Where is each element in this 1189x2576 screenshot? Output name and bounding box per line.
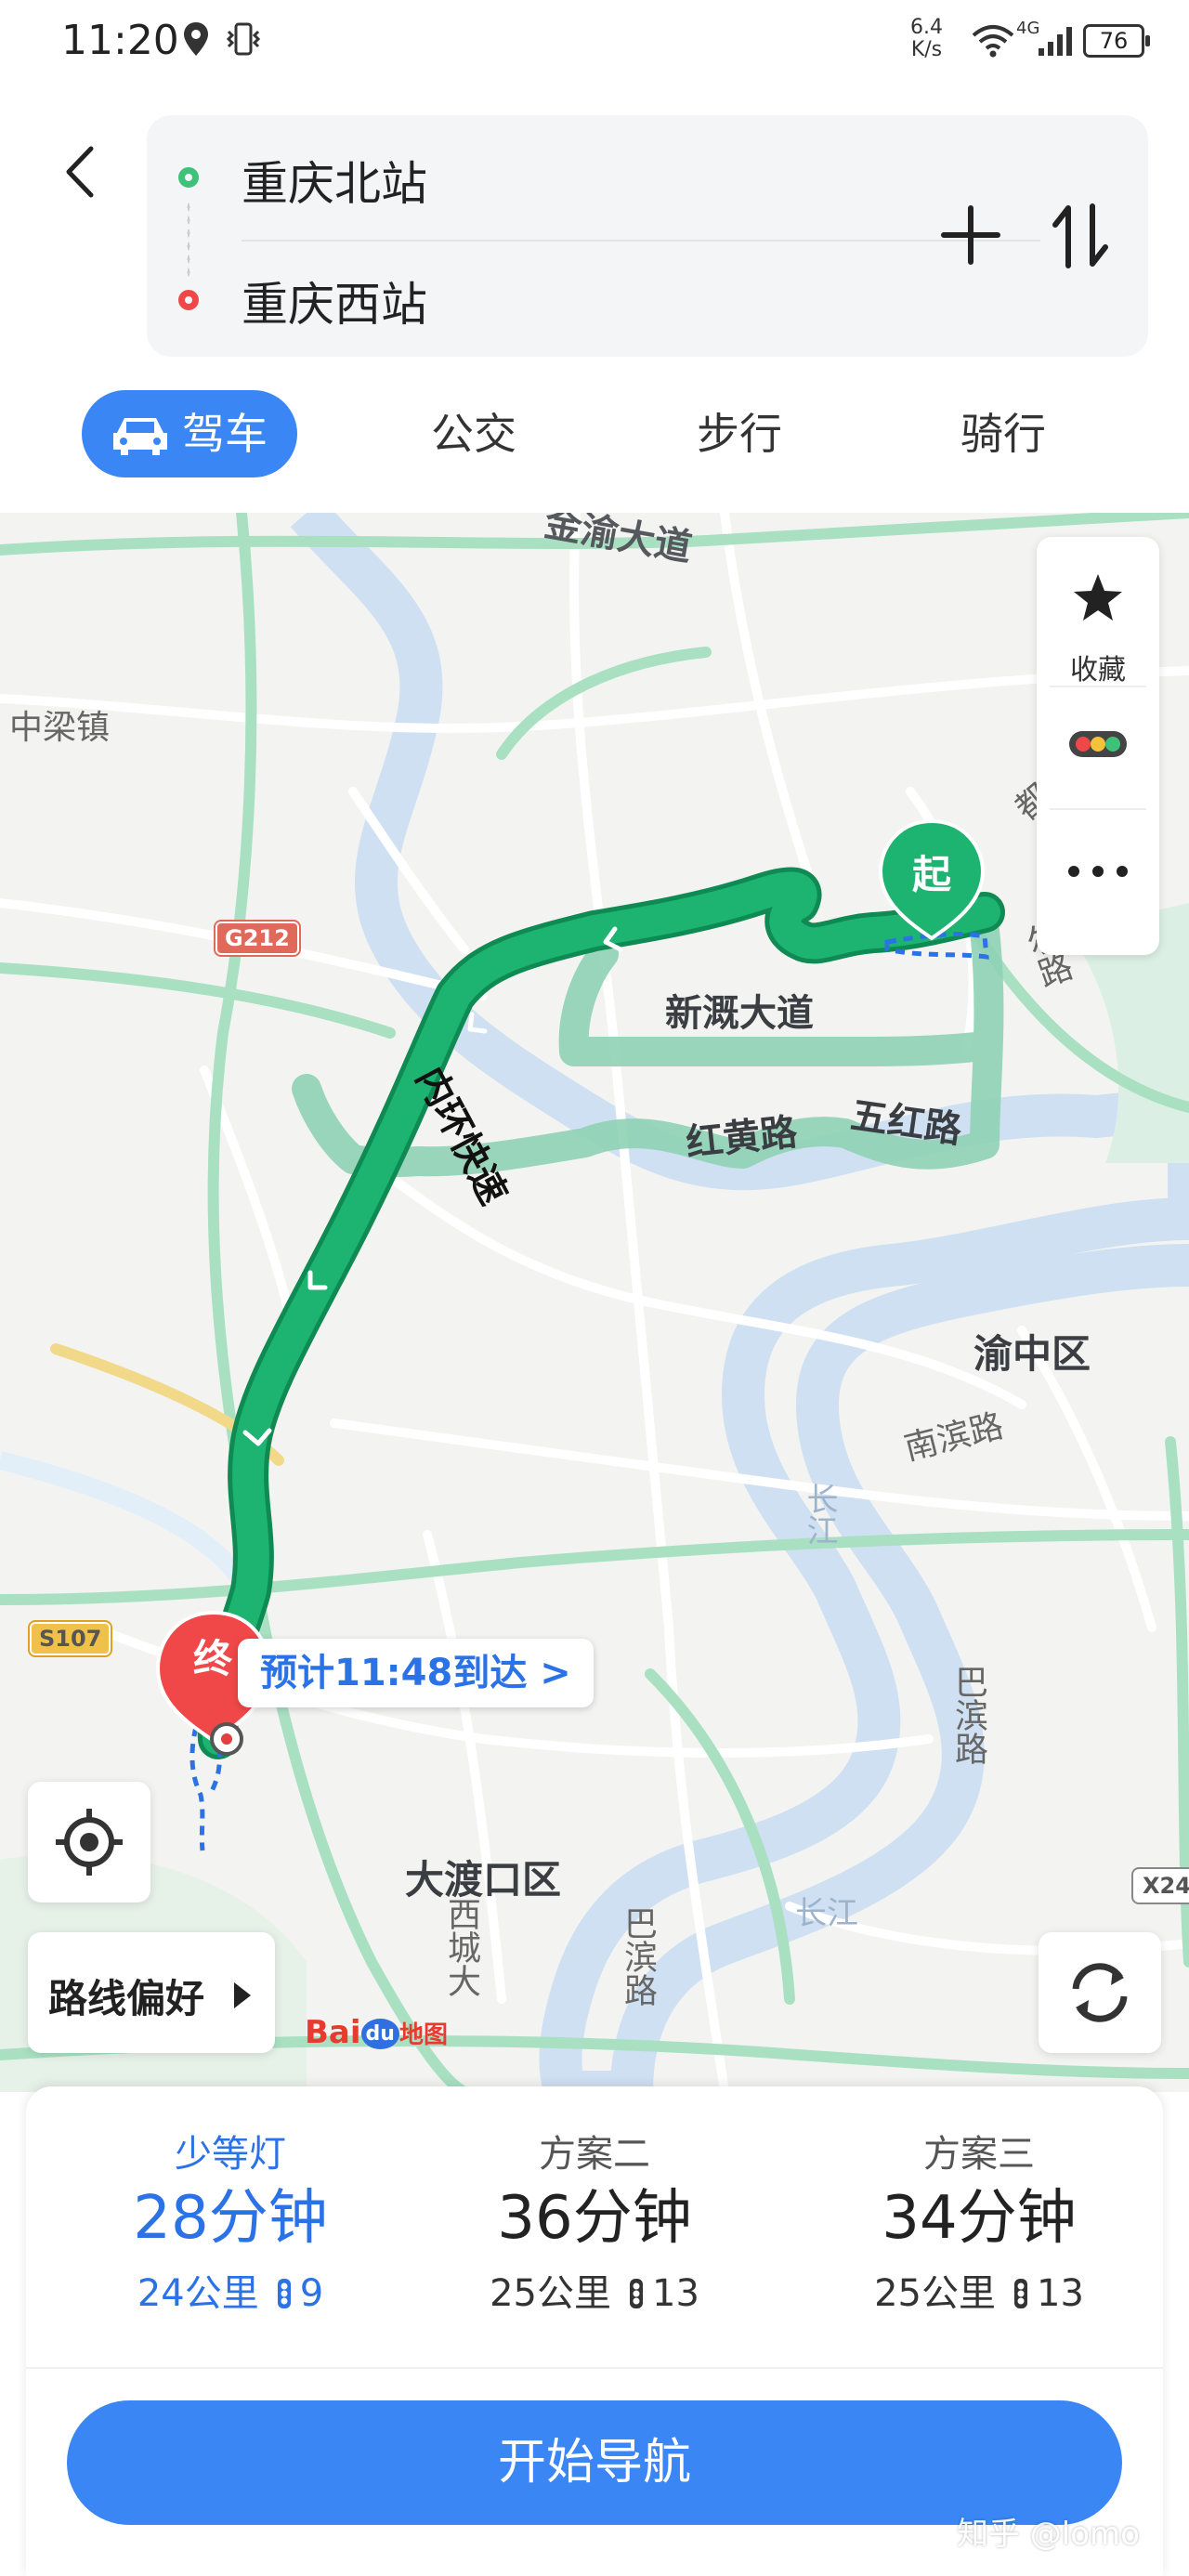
map-label-changjiang-2: 长江 bbox=[795, 1895, 858, 1932]
baidu-map-logo: Bai du 地图 bbox=[305, 2014, 448, 2051]
route-option-meta: 25公里 13 bbox=[874, 2272, 1084, 2315]
start-marker-label: 起 bbox=[912, 852, 952, 897]
map-label-bapin-1: 巴滨路 bbox=[949, 1665, 987, 1765]
car-icon bbox=[113, 418, 167, 455]
map-label-xinpai: 新溉大道 bbox=[665, 992, 814, 1035]
map-side-panel: 收藏 bbox=[1037, 537, 1159, 955]
location-icon bbox=[184, 22, 208, 56]
traffic-light-count-icon bbox=[277, 2279, 291, 2308]
net-speed: 6.4 K/s bbox=[910, 16, 943, 61]
triangle-right-icon bbox=[234, 1982, 251, 2008]
start-dot-icon bbox=[178, 167, 199, 188]
route-option-meta: 24公里 9 bbox=[137, 2272, 324, 2315]
status-bar: 11:20 6.4 K/s 4G 76 bbox=[0, 0, 1189, 88]
route-options-card: 少等灯 28分钟 24公里 9 方案二 36分钟 25公里 13 方案三 34分钟 … bbox=[26, 2086, 1163, 2576]
route-option-3[interactable]: 方案三 34分钟 25公里 13 bbox=[812, 2124, 1146, 2317]
eta-callout[interactable]: 预计11:48到达 > bbox=[238, 1639, 594, 1707]
add-waypoint-icon[interactable] bbox=[938, 203, 1003, 268]
star-icon bbox=[1074, 574, 1122, 621]
map-base bbox=[0, 513, 1189, 2092]
wifi-icon bbox=[972, 25, 1014, 58]
more-icon[interactable] bbox=[1065, 862, 1131, 881]
locate-button[interactable] bbox=[28, 1782, 150, 1903]
route-divider bbox=[242, 240, 1040, 242]
route-option-2[interactable]: 方案二 36分钟 25公里 13 bbox=[427, 2124, 762, 2317]
favorite-label: 收藏 bbox=[1070, 654, 1126, 686]
panel-divider bbox=[1050, 686, 1146, 687]
traffic-light-count-icon bbox=[1014, 2279, 1027, 2308]
refresh-icon bbox=[1072, 1963, 1128, 2022]
map-label-zhongliang: 中梁镇 bbox=[9, 709, 111, 747]
map-view[interactable]: 起 终 金渝大道 中梁镇 新溉大道 红黄路 五红路 内环快速 渝中区 南滨路 大… bbox=[0, 513, 1189, 2092]
tab-bus[interactable]: 公交 bbox=[399, 390, 548, 477]
start-location-field[interactable]: 重庆北站 bbox=[242, 147, 427, 214]
map-label-bapin-2: 巴滨路 bbox=[619, 1906, 657, 2007]
route-preference-button[interactable]: 路线偏好 bbox=[28, 1932, 275, 2053]
traffic-light-icon[interactable] bbox=[1068, 730, 1128, 758]
vibrate-icon bbox=[226, 22, 261, 56]
tab-drive[interactable]: 驾车 bbox=[82, 390, 297, 477]
tab-drive-label: 驾车 bbox=[182, 409, 268, 459]
traffic-light-count-icon bbox=[630, 2279, 643, 2308]
road-shield-g212: G212 bbox=[214, 920, 301, 957]
tab-walk[interactable]: 步行 bbox=[665, 390, 814, 477]
tab-bike[interactable]: 骑行 bbox=[929, 390, 1078, 477]
road-shield-x244: X244 bbox=[1131, 1867, 1189, 1904]
card-divider bbox=[26, 2367, 1163, 2369]
route-option-name: 方案三 bbox=[923, 2133, 1035, 2176]
route-option-time: 28分钟 bbox=[133, 2184, 328, 2253]
map-label-xicheng: 西城大 bbox=[442, 1897, 480, 1997]
locate-icon bbox=[56, 1809, 123, 1876]
connector-dots bbox=[187, 201, 190, 279]
route-input-box: 重庆北站 重庆西站 bbox=[147, 115, 1148, 357]
back-arrow-icon[interactable] bbox=[59, 139, 100, 204]
map-label-yuzhong: 渝中区 bbox=[973, 1331, 1091, 1377]
route-option-time: 34分钟 bbox=[882, 2184, 1077, 2253]
start-navigation-button[interactable]: 开始导航 bbox=[67, 2400, 1122, 2525]
map-label-changjiang-1: 长江 bbox=[801, 1483, 838, 1546]
route-option-name: 方案二 bbox=[539, 2133, 650, 2176]
route-preference-label: 路线偏好 bbox=[48, 1976, 205, 2021]
swap-route-icon[interactable] bbox=[1048, 201, 1113, 271]
panel-divider bbox=[1050, 808, 1146, 810]
signal-icon bbox=[1039, 27, 1072, 56]
end-marker-label: 终 bbox=[193, 1636, 233, 1681]
route-option-time: 36分钟 bbox=[497, 2184, 692, 2253]
route-option-meta: 25公里 13 bbox=[490, 2272, 699, 2315]
road-shield-s107: S107 bbox=[27, 1620, 113, 1657]
watermark: 知乎 @lomo bbox=[957, 2516, 1140, 2553]
battery-indicator: 76 bbox=[1083, 24, 1150, 58]
end-location-field[interactable]: 重庆西站 bbox=[242, 268, 427, 334]
status-time: 11:20 bbox=[61, 17, 179, 64]
favorite-button[interactable]: 收藏 bbox=[1037, 561, 1159, 686]
refresh-button[interactable] bbox=[1039, 1932, 1161, 2053]
route-option-1[interactable]: 少等灯 28分钟 24公里 9 bbox=[63, 2124, 398, 2317]
end-dot-icon bbox=[178, 290, 199, 310]
route-option-name: 少等灯 bbox=[175, 2133, 286, 2176]
